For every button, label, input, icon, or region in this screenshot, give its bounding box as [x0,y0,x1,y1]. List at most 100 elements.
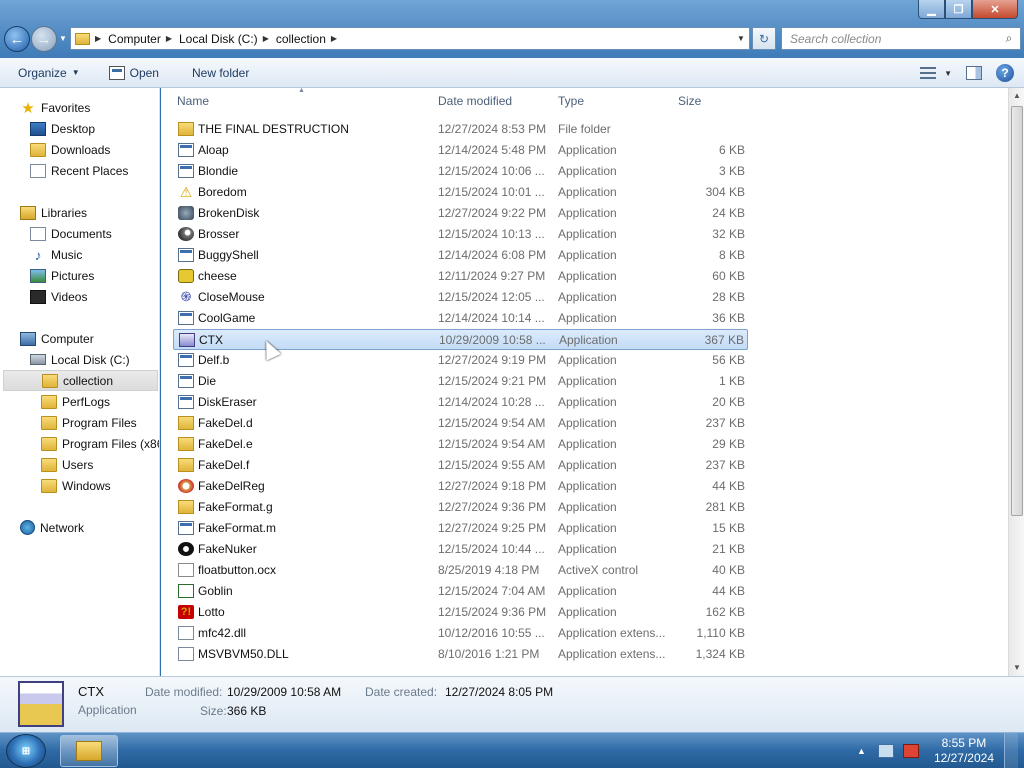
file-row[interactable]: cheese 12/11/2024 9:27 PM Application 60 KB [173,266,748,287]
nav-videos[interactable]: Videos [30,286,87,307]
file-row[interactable]: FakeFormat.g 12/27/2024 9:36 PM Applicatio… [173,497,748,518]
file-row[interactable]: FakeNuker 12/15/2024 10:44 ... Application… [173,539,748,560]
file-row[interactable]: Blondie 12/15/2024 10:06 ... Application 3 … [173,161,748,182]
nav-perflogs[interactable]: PerfLogs [41,391,110,412]
fakedel-icon [178,458,194,472]
file-row[interactable]: Boredom 12/15/2024 10:01 ... Application 30… [173,182,748,203]
nav-program-files-x86[interactable]: Program Files (x86) [41,433,159,454]
file-row[interactable]: BrokenDisk 12/27/2024 9:22 PM Application 2… [173,203,748,224]
date-created-label: Date created: [365,685,438,699]
close-button[interactable]: ✕ [972,0,1018,19]
file-row[interactable]: Goblin 12/15/2024 7:04 AM Application 44 KB [173,581,748,602]
file-type: Application [558,542,617,556]
column-header-size[interactable]: Size [678,94,701,108]
file-row[interactable]: ֍ CloseMouse 12/15/2024 12:05 ... Applicati… [173,287,748,308]
column-header-name[interactable]: Name [177,94,209,108]
nav-collection[interactable]: collection [3,370,158,391]
system-tray: ▲ 8:55 PM 12/27/2024 [857,733,1018,768]
breadcrumb-computer[interactable]: Computer [105,28,164,49]
vertical-scrollbar[interactable]: ▲ ▼ [1008,88,1024,676]
file-row[interactable]: BuggyShell 12/14/2024 6:08 PM Application 8… [173,245,748,266]
recent-places-icon [30,163,46,178]
nav-downloads[interactable]: Downloads [30,139,110,160]
recent-pages-dropdown[interactable]: ▼ [59,34,67,43]
nav-recent-places[interactable]: Recent Places [30,160,128,181]
maximize-button[interactable]: ❐ [945,0,972,19]
file-row[interactable]: MSVBVM50.DLL 8/10/2016 1:21 PM Application… [173,644,748,665]
nav-pictures[interactable]: Pictures [30,265,94,286]
nav-desktop[interactable]: Desktop [30,118,95,139]
chevron-right-icon[interactable]: ▶ [93,34,105,43]
address-dropdown-icon[interactable]: ▼ [733,34,749,43]
nav-program-files[interactable]: Program Files [41,412,137,433]
file-row[interactable]: Die 12/15/2024 9:21 PM Application 1 KB [173,371,748,392]
file-row[interactable]: FakeDel.e 12/15/2024 9:54 AM Application 29… [173,434,748,455]
file-type: Application [558,584,617,598]
file-name: Die [198,374,217,388]
scroll-up-icon[interactable]: ▲ [1009,88,1024,104]
column-header-date[interactable]: Date modified [438,94,512,108]
address-bar[interactable]: ▶ Computer ▶ Local Disk (C:) ▶ collectio… [70,27,750,50]
file-row[interactable]: FakeFormat.m 12/27/2024 9:25 PM Applicatio… [173,518,748,539]
chevron-right-icon[interactable]: ▶ [329,34,341,43]
scroll-thumb[interactable] [1011,106,1023,516]
taskbar-explorer-button[interactable] [60,735,118,767]
file-type: Application [558,353,617,367]
file-row[interactable]: THE FINAL DESTRUCTION 12/27/2024 8:53 PM F… [173,119,748,140]
volume-muted-icon[interactable] [902,744,919,758]
change-view-button[interactable]: ▼ [920,67,952,79]
nav-network[interactable]: Network [20,517,84,538]
nav-local-disk[interactable]: Local Disk (C:) [30,349,130,370]
nav-users[interactable]: Users [41,454,93,475]
ocx-icon [178,563,194,577]
file-name: FakeDel.f [198,458,250,472]
file-name: FakeNuker [198,542,257,556]
file-type: Application [558,185,617,199]
scroll-down-icon[interactable]: ▼ [1009,660,1024,676]
back-button[interactable]: ← [4,26,30,52]
search-box[interactable]: ⌕ [781,27,1021,50]
navigation-pane: ★ Favorites Desktop Downloads Recent Plac… [0,88,160,676]
file-row[interactable]: Aloap 12/14/2024 5:48 PM Application 6 KB [173,140,748,161]
file-row[interactable]: Delf.b 12/27/2024 9:19 PM Application 56 KB [173,350,748,371]
file-row[interactable]: floatbutton.ocx 8/25/2019 4:18 PM ActiveX … [173,560,748,581]
mouse-icon: ֍ [180,289,192,304]
preview-pane-button[interactable] [966,66,982,80]
chevron-right-icon[interactable]: ▶ [261,34,273,43]
column-header-type[interactable]: Type [558,94,584,108]
network-tray-icon[interactable] [877,744,894,758]
nav-windows[interactable]: Windows [41,475,111,496]
search-icon[interactable]: ⌕ [998,31,1020,46]
file-row[interactable]: mfc42.dll 10/12/2016 10:55 ... Application… [173,623,748,644]
clock[interactable]: 8:55 PM 12/27/2024 [934,736,994,766]
breadcrumb-local-disk[interactable]: Local Disk (C:) [176,28,261,49]
file-row[interactable]: ?! Lotto 12/15/2024 9:36 PM Application 162 … [173,602,748,623]
start-button[interactable]: ⊞ [6,734,46,768]
file-size: 367 KB [704,333,744,347]
nav-favorites[interactable]: ★ Favorites [20,97,90,118]
file-row[interactable]: FakeDel.d 12/15/2024 9:54 AM Application 23… [173,413,748,434]
file-row[interactable]: FakeDelReg 12/27/2024 9:18 PM Application 4… [173,476,748,497]
file-row[interactable]: DiskEraser 12/14/2024 10:28 ... Applicatio… [173,392,748,413]
refresh-button[interactable]: ↻ [752,27,776,50]
file-type: Application [558,269,617,283]
breadcrumb-collection[interactable]: collection [273,28,329,49]
file-row[interactable]: FakeDel.f 12/15/2024 9:55 AM Application 23… [173,455,748,476]
warning-icon [178,185,194,199]
nav-computer[interactable]: Computer [20,328,94,349]
nav-music[interactable]: ♪ Music [30,244,83,265]
organize-button[interactable]: Organize ▼ [0,58,89,87]
file-row[interactable]: Brosser 12/15/2024 10:13 ... Application 32… [173,224,748,245]
nav-documents[interactable]: Documents [30,223,112,244]
forward-button[interactable]: → [31,26,57,52]
nav-libraries[interactable]: Libraries [20,202,87,223]
new-folder-button[interactable]: New folder [168,58,258,87]
show-hidden-icons-icon[interactable]: ▲ [857,746,866,756]
help-button[interactable]: ? [996,64,1014,82]
minimize-button[interactable]: ▁ [918,0,945,19]
search-input[interactable] [790,31,998,46]
file-row[interactable]: CoolGame 12/14/2024 10:14 ... Application 3… [173,308,748,329]
open-button[interactable]: Open [89,58,168,87]
show-desktop-button[interactable] [1004,733,1018,768]
chevron-right-icon[interactable]: ▶ [164,34,176,43]
